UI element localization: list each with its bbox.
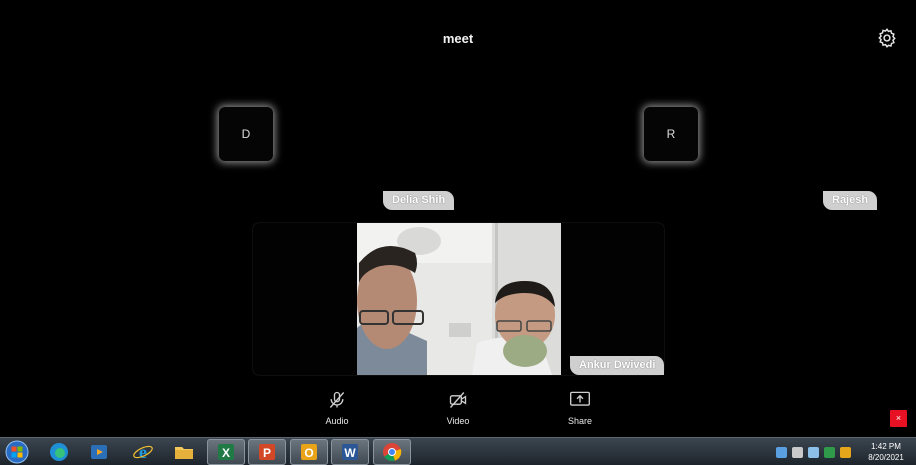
mic-off-icon (329, 391, 345, 408)
windows-start-icon[interactable] (4, 440, 30, 464)
share-label: Share (567, 416, 593, 426)
participant-name-rajesh: Rajesh (823, 191, 878, 210)
participant-video[interactable] (357, 223, 561, 375)
outlook-icon: O (301, 444, 317, 460)
app-title: meet (442, 31, 474, 46)
windows-taskbar: e X P O W 1:42 PM 8/20/2021 (0, 437, 916, 465)
gear-icon[interactable] (876, 27, 898, 49)
taskbar-clock[interactable]: 1:42 PM 8/20/2021 (860, 441, 912, 463)
share-button[interactable]: Share (550, 390, 610, 426)
svg-text:P: P (263, 446, 271, 460)
participant-avatar-delia[interactable]: D (219, 107, 273, 161)
participant-avatar-rajesh[interactable]: R (644, 107, 698, 161)
video-frame-image (357, 223, 561, 375)
svg-text:O: O (304, 446, 313, 460)
svg-text:X: X (222, 446, 230, 460)
participant-name-delia: Delia Shih (383, 191, 455, 210)
folder-icon (175, 447, 193, 459)
share-screen-icon (570, 391, 590, 406)
camera-off-icon (449, 392, 467, 408)
display-icon[interactable] (808, 446, 819, 458)
audio-button[interactable]: Audio (307, 390, 367, 426)
taskbar-edge[interactable] (40, 439, 78, 465)
meet-window: meet D R Delia Shih Rajesh Ankur Dwivedi… (0, 0, 916, 437)
taskbar-excel[interactable]: X (207, 439, 245, 465)
chrome-icon (383, 443, 402, 462)
svg-text:W: W (344, 446, 356, 460)
clock-time: 1:42 PM (871, 442, 901, 451)
video-label: Video (446, 416, 470, 426)
taskbar-file-explorer[interactable] (165, 439, 203, 465)
audio-label: Audio (325, 416, 349, 426)
clock-date: 8/20/2021 (868, 453, 904, 462)
tray-app-icon[interactable] (840, 446, 851, 458)
word-icon: W (342, 444, 358, 460)
taskbar-media-player[interactable] (80, 439, 118, 465)
network-icon[interactable] (776, 446, 787, 458)
excel-icon: X (218, 444, 234, 460)
taskbar-chrome[interactable] (373, 439, 411, 465)
system-tray (776, 444, 851, 460)
svg-text:e: e (139, 442, 147, 462)
internet-explorer-icon: e (133, 442, 153, 462)
powerpoint-icon: P (259, 444, 275, 460)
avatar-initial: D (241, 127, 251, 141)
call-controls: Audio Video Share (0, 390, 916, 432)
close-button[interactable]: × (890, 410, 907, 427)
taskbar-word[interactable]: W (331, 439, 369, 465)
quickbooks-icon[interactable] (824, 446, 835, 458)
avatar-initial: R (666, 127, 676, 141)
participant-name-ankur: Ankur Dwivedi (570, 356, 665, 375)
edge-icon (50, 443, 68, 461)
media-player-icon (91, 445, 107, 459)
taskbar-outlook[interactable]: O (290, 439, 328, 465)
wifi-icon[interactable] (792, 446, 803, 458)
video-button[interactable]: Video (428, 390, 488, 426)
taskbar-powerpoint[interactable]: P (248, 439, 286, 465)
taskbar-internet-explorer[interactable]: e (124, 439, 162, 465)
